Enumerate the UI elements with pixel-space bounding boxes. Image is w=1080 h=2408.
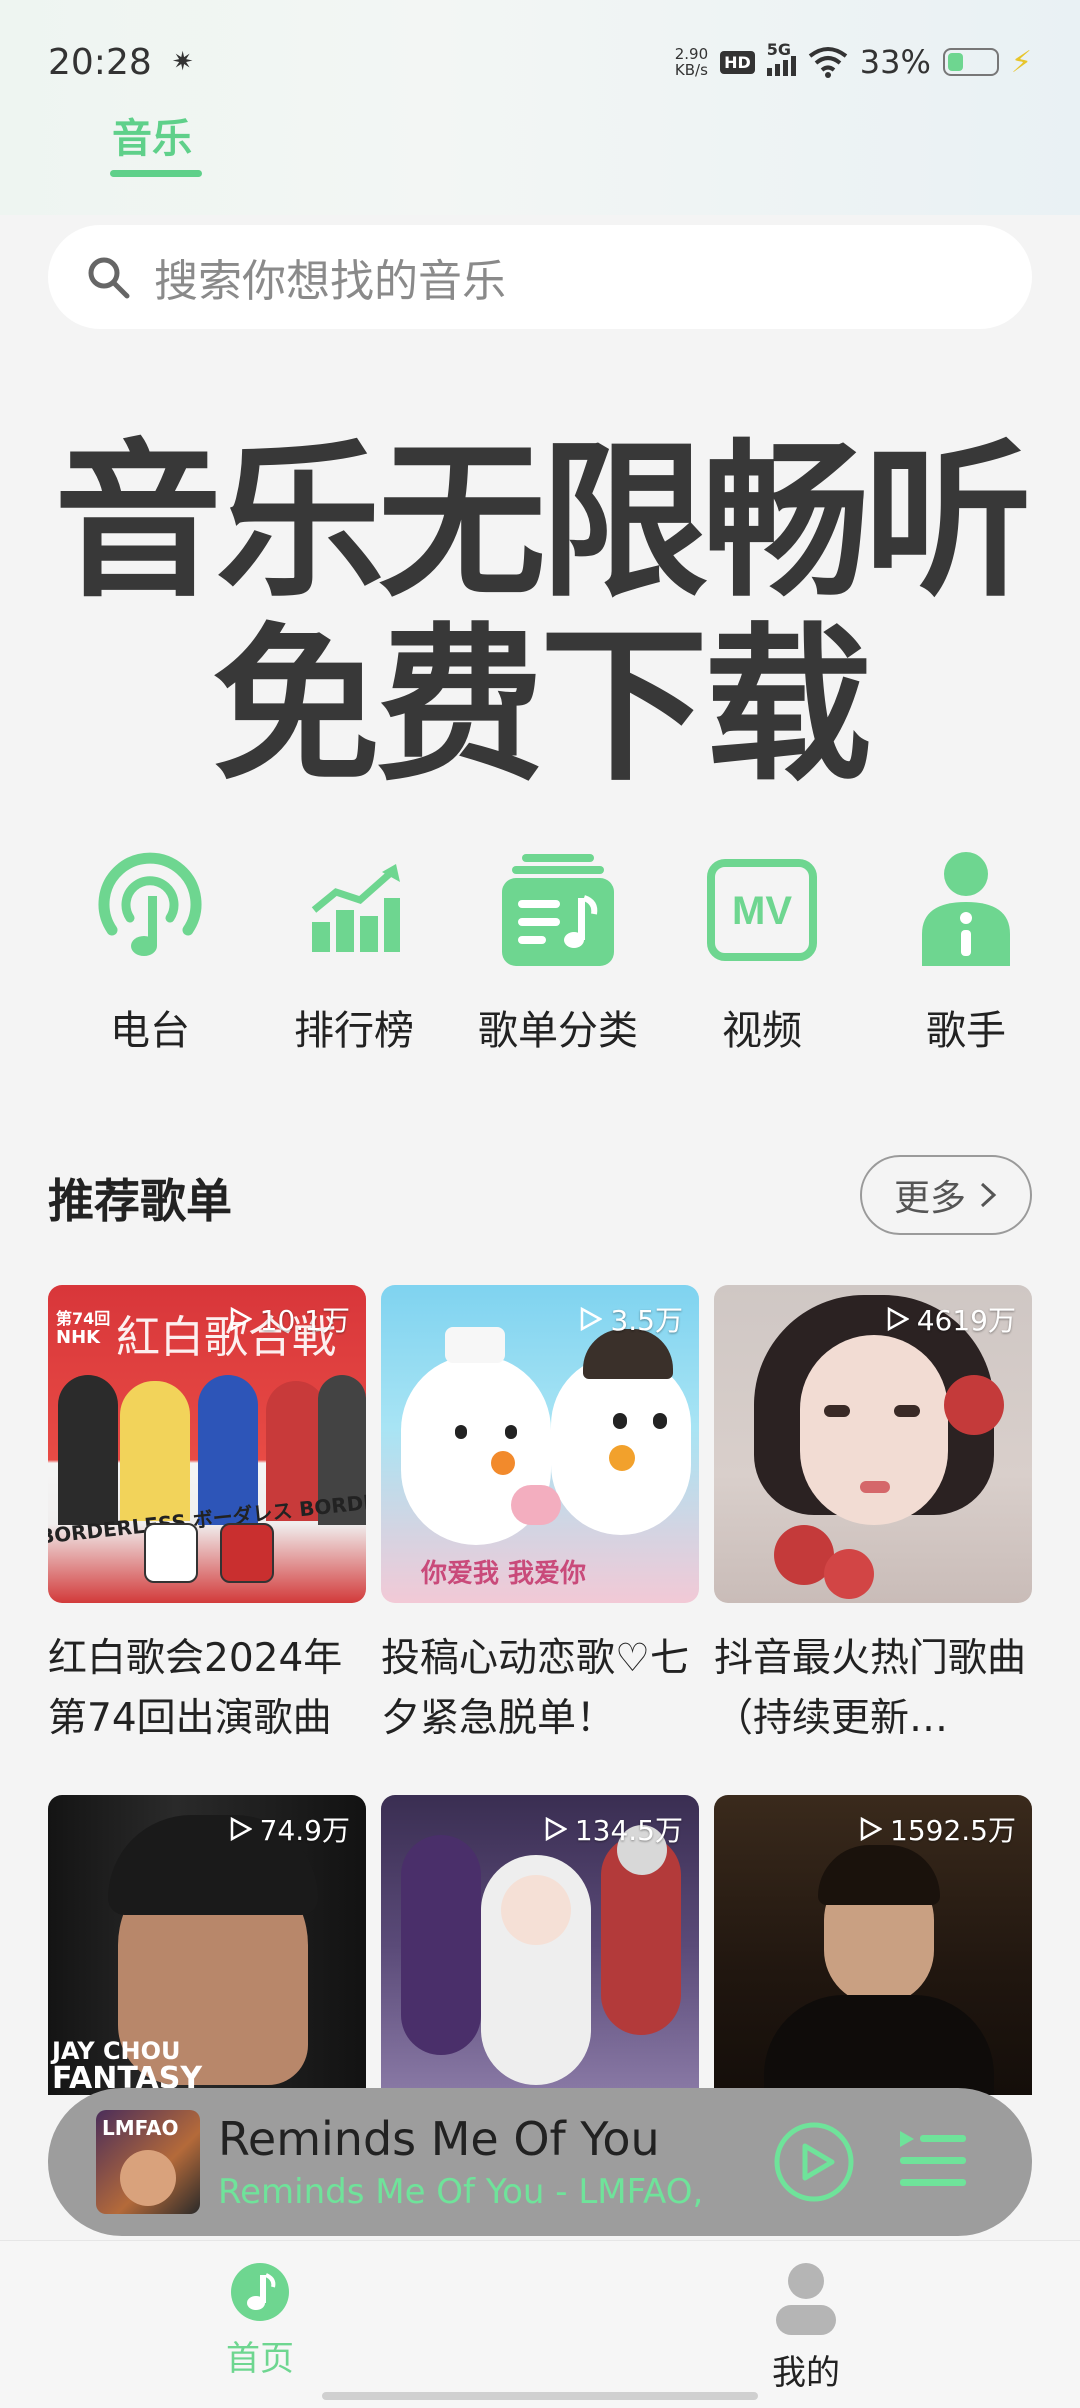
playlist-queue-button[interactable] [896, 2125, 970, 2199]
banner-line-2: 免费下载 [212, 608, 872, 804]
status-indicators: 2.90 KB/s HD 5G 33% ⚡ [675, 40, 1032, 81]
playlist-title: 红白歌会2024年第74回出演歌曲 [48, 1636, 343, 1741]
network-speed-value: 2.90 [674, 45, 709, 63]
search-icon [88, 257, 130, 299]
playlist-card[interactable]: 你爱我 我爱你 3.5万 投稿心动恋歌♡七夕紧急脱单！ [381, 1285, 699, 1749]
now-playing-artist: Reminds Me Of You - LMFAO, [218, 2172, 704, 2212]
play-count-value: 1592.5万 [890, 1814, 1016, 1847]
battery-icon [942, 48, 999, 76]
banner-line-1: 音乐无限畅听 [54, 424, 1032, 620]
playlist-card[interactable]: 134.5万 [381, 1795, 699, 2095]
playlist-card[interactable]: 4619万 抖音最火热门歌曲（持续更新… [714, 1285, 1032, 1749]
category-label: 排行榜 [294, 1008, 414, 1054]
playlist-cover: JAY CHOU FANTASY 74.9万 [48, 1795, 366, 2095]
now-playing-title: Reminds Me Of You [218, 2112, 660, 2166]
category-label: 电台 [110, 1008, 190, 1054]
home-music-icon [231, 2263, 289, 2321]
home-indicator [322, 2392, 758, 2400]
category-chart[interactable]: 排行榜 [252, 850, 456, 1056]
playlist-title: 投稿心动恋歌♡七夕紧急脱单！ [381, 1636, 689, 1741]
network-type: 5G [766, 40, 792, 59]
nav-home[interactable]: 首页 [226, 2261, 294, 2380]
battery-percent: 33% [859, 43, 931, 81]
signal-icon: 5G [766, 40, 796, 76]
wifi-icon [808, 47, 848, 78]
play-icon [581, 1307, 603, 1331]
playlist-cover: 134.5万 [381, 1795, 699, 2095]
play-count: 74.9万 [230, 1809, 350, 1849]
search-bar[interactable]: 搜索你想找的音乐 [48, 225, 1032, 329]
chevron-right-icon [980, 1182, 997, 1208]
play-icon [860, 1817, 883, 1841]
radio-icon [90, 850, 210, 970]
promo-banner: 音乐无限畅听 免费下载 [0, 430, 1080, 798]
charging-icon: ⚡ [1010, 44, 1032, 80]
play-count: 134.5万 [545, 1809, 683, 1849]
hd-icon: HD [720, 50, 755, 74]
singer-icon [906, 850, 1026, 970]
play-count: 1592.5万 [860, 1809, 1016, 1849]
play-count-value: 74.9万 [259, 1814, 350, 1847]
play-count: 4619万 [887, 1299, 1016, 1339]
tab-music-indicator [110, 170, 202, 177]
network-speed: 2.90 KB/s [675, 46, 708, 78]
play-icon [887, 1307, 909, 1331]
category-video[interactable]: MV 视频 [660, 850, 864, 1056]
svg-text:MV: MV [732, 889, 792, 933]
play-count: 10.1万 [230, 1299, 350, 1339]
playlist-cover: 4619万 [714, 1285, 1032, 1603]
cover-caption: 你爱我 我爱你 [421, 1559, 587, 1589]
playlist-card[interactable]: 第74回 NHK 紅白歌合戦 BORDERLESS ボーダレス BORDERLE… [48, 1285, 366, 1749]
nav-mine[interactable]: 我的 [772, 2261, 840, 2394]
nav-label: 我的 [772, 2353, 840, 2393]
more-label: 更多 [893, 1178, 966, 1219]
category-label: 歌单分类 [478, 1008, 638, 1054]
bottom-nav: 首页 我的 [0, 2240, 1080, 2408]
category-row: 电台 排行榜 歌单分类 MV 视频 歌手 [0, 850, 1080, 1056]
playlist-title: 抖音最火热门歌曲（持续更新… [714, 1636, 1027, 1741]
search-placeholder: 搜索你想找的音乐 [154, 256, 506, 307]
play-icon [230, 1307, 252, 1331]
chart-icon [294, 850, 414, 970]
cover-label-74: 第74回 [56, 1309, 111, 1328]
cover-label-nhk: NHK [56, 1327, 101, 1348]
status-bar: 20:28 ✷ 2.90 KB/s HD 5G 33% ⚡ [0, 30, 1080, 94]
mv-icon: MV [702, 850, 822, 970]
now-playing-info: Reminds Me Of You Reminds Me Of You - LM… [218, 2112, 738, 2212]
status-time: 20:28 [48, 41, 152, 83]
category-radio[interactable]: 电台 [48, 850, 252, 1056]
more-button[interactable]: 更多 [860, 1155, 1032, 1235]
mini-player[interactable]: LMFAO Reminds Me Of You Reminds Me Of Yo… [48, 2088, 1032, 2236]
playlist-cover: 1592.5万 [714, 1795, 1032, 2095]
play-button[interactable] [772, 2120, 856, 2204]
play-count-value: 3.5万 [610, 1304, 683, 1337]
user-icon [776, 2263, 836, 2335]
nav-label: 首页 [226, 2339, 294, 2379]
play-count: 3.5万 [580, 1299, 683, 1339]
notification-icon: ✷ [171, 47, 194, 77]
playlist-cover: 第74回 NHK 紅白歌合戦 BORDERLESS ボーダレス BORDERLE… [48, 1285, 366, 1603]
play-icon [545, 1817, 567, 1841]
album-art: LMFAO [96, 2110, 200, 2214]
playlist-cover: 你爱我 我爱你 3.5万 [381, 1285, 699, 1603]
play-count-value: 4619万 [916, 1304, 1016, 1337]
playlist-card[interactable]: 1592.5万 [714, 1795, 1032, 2095]
tab-music[interactable]: 音乐 [112, 106, 192, 164]
play-count-value: 134.5万 [574, 1814, 683, 1847]
play-count-value: 10.1万 [259, 1304, 350, 1337]
network-speed-unit: KB/s [674, 61, 708, 79]
playlist-category-icon [498, 850, 618, 970]
section-title: 推荐歌单 [48, 1174, 232, 1228]
play-icon [230, 1817, 252, 1841]
category-singer[interactable]: 歌手 [864, 850, 1068, 1056]
album-art-label: LMFAO [102, 2116, 179, 2140]
playlist-card[interactable]: JAY CHOU FANTASY 74.9万 [48, 1795, 366, 2095]
category-playlists[interactable]: 歌单分类 [456, 850, 660, 1056]
category-label: 歌手 [926, 1008, 1006, 1054]
category-label: 视频 [722, 1008, 802, 1054]
